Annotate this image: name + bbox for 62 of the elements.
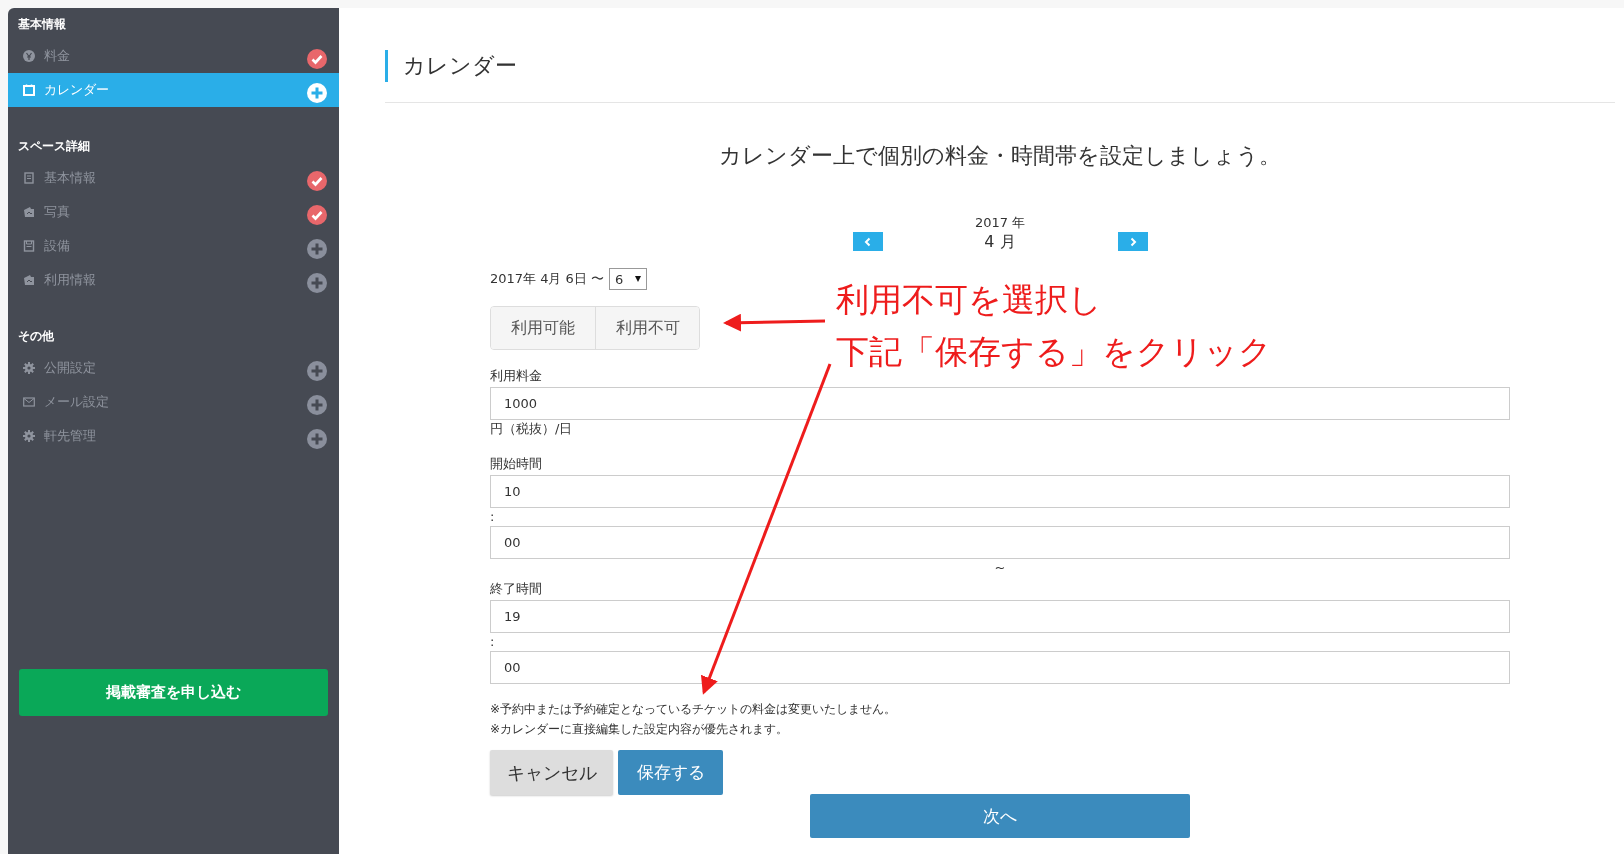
settings-icon: [23, 362, 35, 374]
submit-review-button[interactable]: 掲載審査を申し込む: [19, 669, 328, 716]
next-month-button[interactable]: [1117, 232, 1148, 251]
photo-icon: [23, 274, 35, 286]
field-suffix: 円（税抜）/日: [490, 421, 573, 436]
availability-toggle[interactable]: 利用可能: [491, 307, 595, 349]
sidebar-item[interactable]: 利用情報: [8, 263, 339, 297]
text-input[interactable]: 00: [490, 526, 1510, 559]
plus-icon: [307, 429, 327, 449]
page-title: カレンダー: [385, 50, 1615, 82]
date-range-text: 2017年 4月 6日 〜: [490, 270, 605, 288]
calendar-icon: [23, 84, 35, 96]
text-input[interactable]: 19: [490, 600, 1510, 633]
check-icon: [307, 205, 327, 225]
previous-month-button[interactable]: [852, 232, 883, 251]
note-text: ※カレンダーに直接編集した設定内容が優先されます。: [490, 721, 790, 738]
plus-icon: [307, 273, 327, 293]
annotation-text: 利用不可を選択し: [836, 279, 1103, 321]
check-icon: [307, 171, 327, 191]
photo-icon: [23, 206, 35, 218]
settings-icon: [23, 430, 35, 442]
text-input[interactable]: 1000: [490, 387, 1510, 420]
plus-icon: [307, 361, 327, 381]
sidebar-item[interactable]: 基本情報: [8, 161, 339, 195]
field-suffix: :: [490, 509, 495, 524]
sidebar-item[interactable]: 料金: [8, 39, 339, 73]
floppy-icon: [23, 240, 35, 252]
field-label: 開始時間: [490, 455, 542, 473]
field-suffix: :: [490, 634, 495, 649]
cancel-button[interactable]: キャンセル: [490, 750, 613, 795]
year-label: 2017 年: [973, 214, 1027, 232]
text-input[interactable]: 10: [490, 475, 1510, 508]
sidebar-item[interactable]: 設備: [8, 229, 339, 263]
save-button[interactable]: 保存する: [618, 750, 723, 795]
sidebar-item[interactable]: 軒先管理: [8, 419, 339, 453]
section-title: 基本情報: [17, 16, 67, 33]
plus-icon: [307, 83, 327, 103]
sidebar-item[interactable]: 公開設定: [8, 351, 339, 385]
note-text: ※予約中または予約確定となっているチケットの料金は変更いたしません。: [490, 701, 898, 718]
section-title: スペース詳細: [17, 138, 91, 155]
field-label: 終了時間: [490, 580, 542, 598]
plus-icon: [307, 395, 327, 415]
coin-icon: [23, 50, 35, 62]
text-input[interactable]: 00: [490, 651, 1510, 684]
dropdown-arrow-icon: [635, 276, 642, 282]
next-button[interactable]: 次へ: [810, 794, 1190, 838]
month-label: 4 月: [983, 232, 1017, 253]
intro-text: カレンダー上で個別の料金・時間帯を設定しましょう。: [385, 102, 1615, 171]
document-icon: [23, 172, 35, 184]
sidebar-item[interactable]: 写真: [8, 195, 339, 229]
field-suffix: ~: [994, 560, 1006, 575]
chevron-left-icon: [862, 236, 873, 247]
mail-icon: [23, 396, 35, 408]
field-label: 利用料金: [490, 367, 542, 385]
sidebar-item[interactable]: メール設定: [8, 385, 339, 419]
section-title: その他: [17, 328, 55, 345]
end-day-select[interactable]: 6: [609, 268, 648, 290]
sidebar-item[interactable]: カレンダー: [8, 73, 339, 107]
annotation-text: 下記「保存する」をクリック: [836, 331, 1272, 373]
plus-icon: [307, 239, 327, 259]
check-icon: [307, 49, 327, 69]
availability-toggle[interactable]: 利用不可: [595, 307, 699, 349]
